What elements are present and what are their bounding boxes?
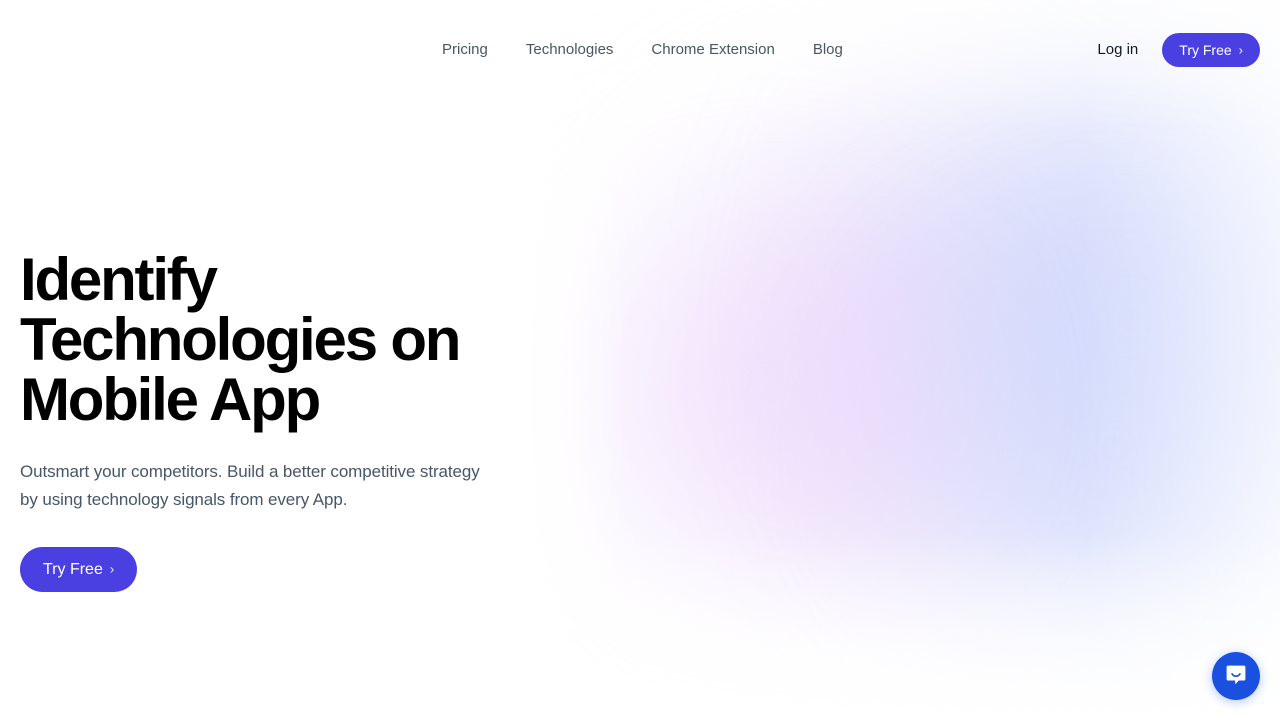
gradient-blob-violet	[580, 230, 960, 560]
chevron-right-icon: ›	[109, 561, 115, 577]
nav-item-chrome-extension[interactable]: Chrome Extension	[651, 40, 774, 60]
gradient-fade-overlay	[520, 0, 1280, 720]
nav-item-pricing[interactable]: Pricing	[442, 40, 488, 60]
nav-item-technologies[interactable]: Technologies	[526, 40, 614, 60]
header-try-free-button[interactable]: Try Free ›	[1162, 33, 1260, 67]
gradient-blob-pink	[630, 110, 1150, 630]
hero-try-free-label: Try Free	[43, 560, 103, 578]
primary-navigation: Pricing Technologies Chrome Extension Bl…	[442, 40, 843, 60]
site-header: Pricing Technologies Chrome Extension Bl…	[0, 0, 1280, 100]
chat-bubble-smile-icon	[1223, 662, 1249, 691]
gradient-blob-blue	[850, 40, 1280, 600]
hero-heading: Identify Technologies on Mobile App	[20, 246, 461, 433]
chevron-right-icon: ›	[1238, 42, 1243, 57]
gradient-blob-blue-secondary	[900, 250, 1280, 650]
header-actions: Log in Try Free ›	[1097, 33, 1260, 67]
hero-subheading: Outsmart your competitors. Build a bette…	[20, 462, 480, 509]
header-try-free-label: Try Free	[1179, 42, 1232, 58]
login-link[interactable]: Log in	[1097, 40, 1138, 60]
nav-item-blog[interactable]: Blog	[813, 40, 843, 60]
hero-gradient-decoration	[520, 0, 1280, 720]
hero-section: Identify Technologies on Mobile App Outs…	[20, 250, 580, 592]
chat-launcher-button[interactable]	[1212, 652, 1260, 700]
hero-try-free-button[interactable]: Try Free ›	[20, 547, 138, 592]
